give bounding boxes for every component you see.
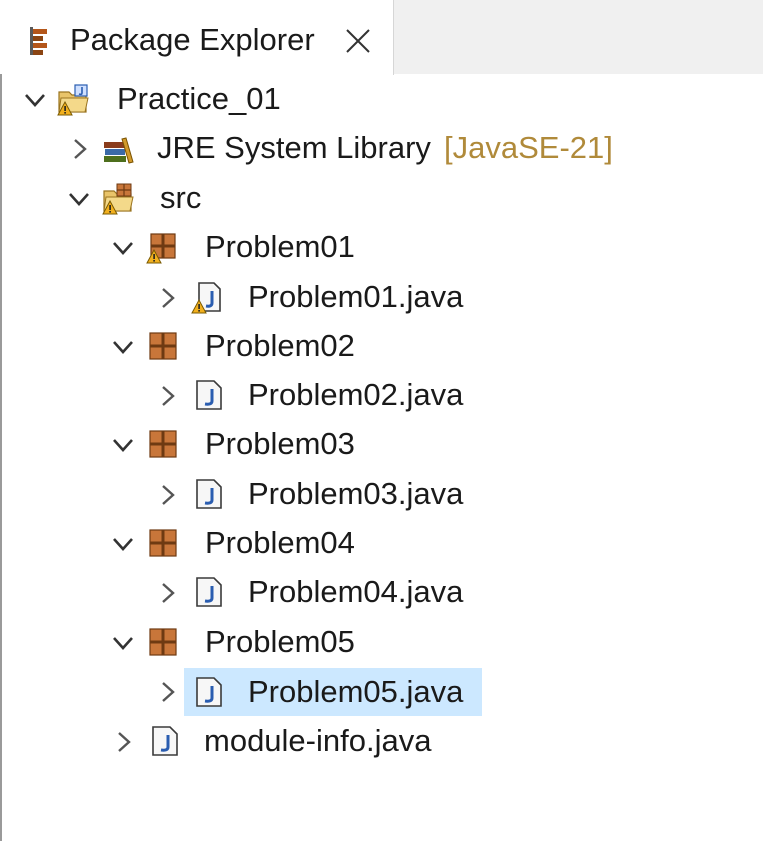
java-file-label: Problem05.java bbox=[248, 674, 464, 709]
tree-item-src[interactable]: src bbox=[64, 175, 264, 221]
tree-item-java-file[interactable]: Problem02.java bbox=[152, 372, 482, 418]
java-project-warning-icon bbox=[56, 82, 90, 116]
tree-item-java-file[interactable]: Problem03.java bbox=[152, 471, 482, 517]
tab-package-explorer[interactable]: Package Explorer bbox=[0, 0, 394, 75]
chevron-down-icon[interactable] bbox=[110, 531, 136, 557]
package-icon bbox=[145, 625, 179, 659]
java-file-icon bbox=[148, 724, 182, 758]
tree-item-java-file[interactable]: Problem01.java bbox=[152, 274, 482, 320]
chevron-down-icon[interactable] bbox=[66, 186, 92, 212]
package-label: Problem01 bbox=[205, 229, 355, 264]
tree-item-jre-library[interactable]: JRE System Library [JavaSE-21] bbox=[64, 125, 624, 171]
chevron-right-icon[interactable] bbox=[154, 679, 180, 705]
tab-title: Package Explorer bbox=[70, 22, 315, 57]
chevron-down-icon[interactable] bbox=[110, 432, 136, 458]
chevron-right-icon[interactable] bbox=[154, 580, 180, 606]
jre-version-decoration: [JavaSE-21] bbox=[444, 130, 613, 165]
close-icon[interactable] bbox=[342, 25, 374, 57]
chevron-down-icon[interactable] bbox=[110, 630, 136, 656]
chevron-right-icon[interactable] bbox=[154, 482, 180, 508]
java-file-label: Problem03.java bbox=[248, 476, 464, 511]
project-label: Practice_01 bbox=[117, 81, 281, 116]
package-explorer-icon bbox=[26, 26, 54, 56]
java-file-icon bbox=[192, 378, 226, 412]
chevron-down-icon[interactable] bbox=[22, 87, 48, 113]
source-folder-warning-icon bbox=[101, 181, 135, 215]
package-label: Problem05 bbox=[205, 624, 355, 659]
view-left-border bbox=[0, 74, 2, 841]
chevron-right-icon[interactable] bbox=[66, 136, 92, 162]
java-file-icon bbox=[192, 477, 226, 511]
chevron-down-icon[interactable] bbox=[110, 334, 136, 360]
package-label: Problem04 bbox=[205, 525, 355, 560]
package-icon bbox=[145, 526, 179, 560]
package-icon bbox=[145, 329, 179, 363]
tree-item-project[interactable]: Practice_01 bbox=[20, 76, 320, 122]
tree-item-package[interactable]: Problem04 bbox=[108, 520, 388, 566]
tree-item-package[interactable]: Problem03 bbox=[108, 421, 388, 467]
java-file-label: Problem04.java bbox=[248, 574, 464, 609]
chevron-right-icon[interactable] bbox=[154, 383, 180, 409]
chevron-down-icon[interactable] bbox=[110, 235, 136, 261]
tree-item-package[interactable]: Problem05 bbox=[108, 619, 388, 665]
src-label: src bbox=[160, 180, 202, 215]
view-tab-strip: Package Explorer bbox=[0, 0, 763, 75]
package-icon bbox=[145, 427, 179, 461]
chevron-right-icon[interactable] bbox=[110, 729, 136, 755]
chevron-right-icon[interactable] bbox=[154, 285, 180, 311]
java-file-warning-icon bbox=[190, 280, 224, 314]
tree-item-java-file[interactable]: Problem04.java bbox=[152, 569, 482, 615]
module-info-label: module-info.java bbox=[204, 723, 432, 758]
package-label: Problem03 bbox=[205, 426, 355, 461]
java-file-icon bbox=[192, 575, 226, 609]
package-warning-icon bbox=[145, 230, 179, 264]
package-label: Problem02 bbox=[205, 328, 355, 363]
tree-item-package[interactable]: Problem01 bbox=[108, 224, 388, 270]
library-icon bbox=[102, 132, 136, 166]
tree-item-java-file-selected[interactable]: Problem05.java bbox=[152, 668, 482, 716]
jre-library-label: JRE System Library bbox=[157, 130, 431, 165]
java-file-label: Problem01.java bbox=[248, 279, 464, 314]
java-file-label: Problem02.java bbox=[248, 377, 464, 412]
tree-item-module-info[interactable]: module-info.java bbox=[108, 718, 468, 764]
tree-item-package[interactable]: Problem02 bbox=[108, 323, 388, 369]
java-file-icon bbox=[192, 675, 226, 709]
